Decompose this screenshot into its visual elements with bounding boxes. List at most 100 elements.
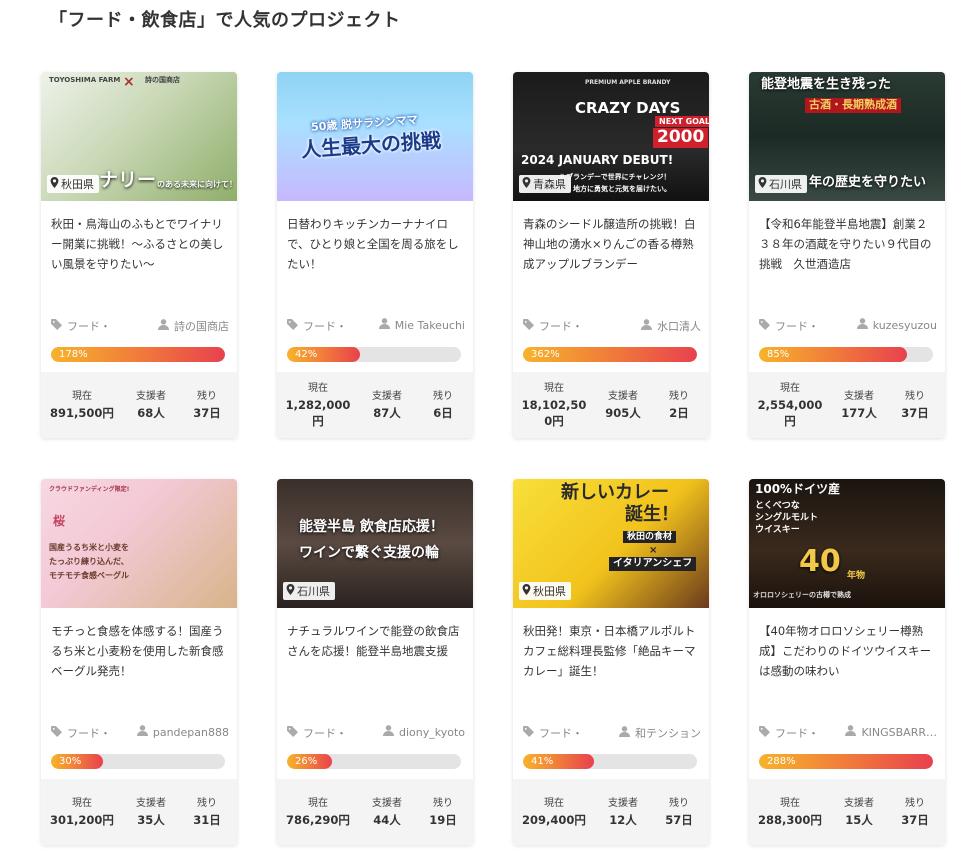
location-label: 石川県 [769,178,802,191]
stat-label: 残り [669,798,689,809]
project-title[interactable]: 【令和6年能登半島地震】創業２３８年の酒蔵を守りたい９代目の挑戦 久世酒造店 [759,214,937,274]
project-card[interactable]: TOYOSHIMA FARM × 詩の国商店 ナリー のある未来に向けて！ 秋田県 秋田・… [41,72,237,438]
project-card[interactable]: 能登半島 飲食店応援！ ワインで繋ぐ支援の輪 石川県 ナチュラルワインで能登の飲食店… [277,479,473,845]
location-badge: 秋田県 [519,582,571,600]
stat-label: 現在 [780,383,800,394]
project-card[interactable]: PREMIUM APPLE BRANDY CRAZY DAYS NEXT GOAL 2… [513,72,709,438]
location-label: 青森県 [533,178,566,191]
category-label: フード・ [775,320,819,333]
progress-bar: 85% [759,347,933,362]
progress-bar: 26% [287,754,461,769]
thumbnail-headline: × [123,74,135,90]
owner-name: KINGSBARR… [861,725,937,739]
category-label: フード・ [539,727,583,740]
category-link[interactable]: フード・ [523,318,583,334]
project-card[interactable]: 50歳 脱サラシンママ 人生最大の挑戦 日替わりキッチンカーナナイロで、ひとり娘と… [277,72,473,438]
category-link[interactable]: フード・ [759,318,819,334]
progress-percent: 362% [531,349,560,360]
user-icon [158,319,169,333]
stat-current: 現在 2,554,000円 [751,372,829,438]
progress-bar: 30% [51,754,225,769]
stat-label: 現在 [544,798,564,809]
project-title[interactable]: モチっと食感を体感する！国産うるち米と小麦粉を使用した新食感ベーグル発売！ [51,621,229,681]
project-title[interactable]: 秋田発！東京・日本橋アルポルトカフェ総料理長監修「絶品キーマカレー」誕生！ [523,621,701,681]
project-thumbnail[interactable]: TOYOSHIMA FARM × 詩の国商店 ナリー のある未来に向けて！ 秋田県 [41,72,237,201]
stat-label: 現在 [72,798,92,809]
thumbnail-headline: イタリアンシェフ [609,557,697,571]
stat-remaining: 残り 2日 [653,372,705,438]
stat-label: 支援者 [372,391,402,402]
project-thumbnail[interactable]: PREMIUM APPLE BRANDY CRAZY DAYS NEXT GOAL 2… [513,72,709,201]
project-thumbnail[interactable]: 能登半島 飲食店応援！ ワインで繋ぐ支援の輪 石川県 [277,479,473,608]
project-title[interactable]: 日替わりキッチンカーナナイロで、ひとり娘と全国を周る旅をしたい！ [287,214,465,274]
owner-link[interactable]: 水口清人 [641,318,701,334]
project-card[interactable]: 新しいカレー 誕生！ 秋田の食材 × イタリアンシェフ 秋田県 秋田発！東京・日本橋アルポ… [513,479,709,845]
progress-bar: 41% [523,754,697,769]
owner-link[interactable]: pandepan888 [136,725,229,739]
thumbnail-headline: ウイスキー [755,525,800,535]
stat-remaining: 残り 57日 [653,779,705,845]
owner-link[interactable]: KINGSBARR… [845,725,937,739]
category-link[interactable]: フード・ [287,318,347,334]
project-thumbnail[interactable]: 能登地震を生き残った 古酒・長期熟成酒 年の歴史を守りたい 石川県 [749,72,945,201]
thumbnail-headline: 100%ドイツ産 [755,482,841,496]
stat-remaining-value: 2日 [669,406,689,420]
stat-remaining: 残り 37日 [889,372,941,438]
project-card[interactable]: 100%ドイツ産 とくべつな シングルモルト ウイスキー 40 年物 オロロソシェリーの古樽… [749,479,945,845]
owner-link[interactable]: kuzesyuzou [856,318,937,332]
location-badge: 秋田県 [47,175,99,193]
project-thumbnail[interactable]: クラウドファンディング限定! 桜国産うるち米と小麦を たっぷり練り込んだ、 モチモチ食… [41,479,237,608]
owner-link[interactable]: 詩の国商店 [158,318,229,334]
thumbnail-headline: PREMIUM APPLE BRANDY [585,79,671,86]
user-icon [856,318,868,332]
thumbnail-headline: 人生最大の挑戦 [300,128,442,162]
project-title[interactable]: 青森のシードル醸造所の挑戦！白神山地の湧水×りんごの香る樽熟成アップルブランデー [523,214,701,274]
user-icon [619,726,630,740]
category-link[interactable]: フード・ [523,725,583,741]
thumbnail-headline: 秋田の食材 [623,531,677,544]
thumbnail-headline: のある未来に向けて！ [157,180,237,189]
category-link[interactable]: フード・ [759,725,819,741]
stat-supporters-value: 44人 [373,813,401,827]
owner-link[interactable]: Mie Takeuchi [378,318,465,332]
owner-link[interactable]: 和テンション [619,725,701,741]
stat-amount: 301,200円 [50,813,114,827]
category-label: フード・ [775,727,819,740]
tag-icon [759,319,770,333]
project-meta: フード・ Mie Takeuchi [287,318,465,334]
project-card[interactable]: 能登地震を生き残った 古酒・長期熟成酒 年の歴史を守りたい 石川県 【令和6年能登半島… [749,72,945,438]
stat-supporters-value: 87人 [373,406,401,420]
stat-current: 現在 786,290円 [279,779,357,845]
project-title[interactable]: ナチュラルワインで能登の飲食店さんを応援！能登半島地震支援 [287,621,465,661]
stat-label: 残り [905,391,925,402]
project-thumbnail[interactable]: 100%ドイツ産 とくべつな シングルモルト ウイスキー 40 年物 オロロソシェリーの古樽… [749,479,945,608]
thumbnail-headline: NEXT GOAL [655,116,709,128]
owner-link[interactable]: diony_kyoto [382,725,465,739]
user-icon [382,725,394,739]
project-title[interactable]: 秋田・鳥海山のふもとでワイナリー開業に挑戦！〜ふるさとの美しい風景を守りたい〜 [51,214,229,274]
stat-remaining-value: 37日 [901,813,929,827]
category-link[interactable]: フード・ [51,318,111,334]
project-meta: フード・ kuzesyuzou [759,318,937,334]
stat-amount: 1,282,000円 [285,398,351,428]
project-card[interactable]: クラウドファンディング限定! 桜国産うるち米と小麦を たっぷり練り込んだ、 モチモチ食… [41,479,237,845]
project-stats: 現在 18,102,500円 支援者 905人 残り 2日 [513,372,709,438]
stat-current: 現在 1,282,000円 [279,372,357,438]
progress-percent: 30% [59,756,82,767]
category-link[interactable]: フード・ [51,725,111,741]
project-thumbnail[interactable]: 50歳 脱サラシンママ 人生最大の挑戦 [277,72,473,201]
project-meta: フード・ pandepan888 [51,725,229,741]
stat-remaining-value: 57日 [665,813,693,827]
progress-percent: 178% [59,349,88,360]
stat-label: 残り [905,798,925,809]
thumbnail-headline: 古酒・長期熟成酒 [805,98,901,113]
project-thumbnail[interactable]: 新しいカレー 誕生！ 秋田の食材 × イタリアンシェフ 秋田県 [513,479,709,608]
owner-name: 詩の国商店 [174,320,229,333]
project-title[interactable]: 【40年物オロロソシェリー樽熟成】こだわりのドイツウイスキーは感動の味わい [759,621,937,681]
project-meta: フード・ KINGSBARR… [759,725,937,741]
stat-supporters: 支援者 87人 [357,372,417,438]
stat-current: 現在 288,300円 [751,779,829,845]
category-label: フード・ [67,320,111,333]
category-link[interactable]: フード・ [287,725,347,741]
location-pin-icon [286,584,295,598]
